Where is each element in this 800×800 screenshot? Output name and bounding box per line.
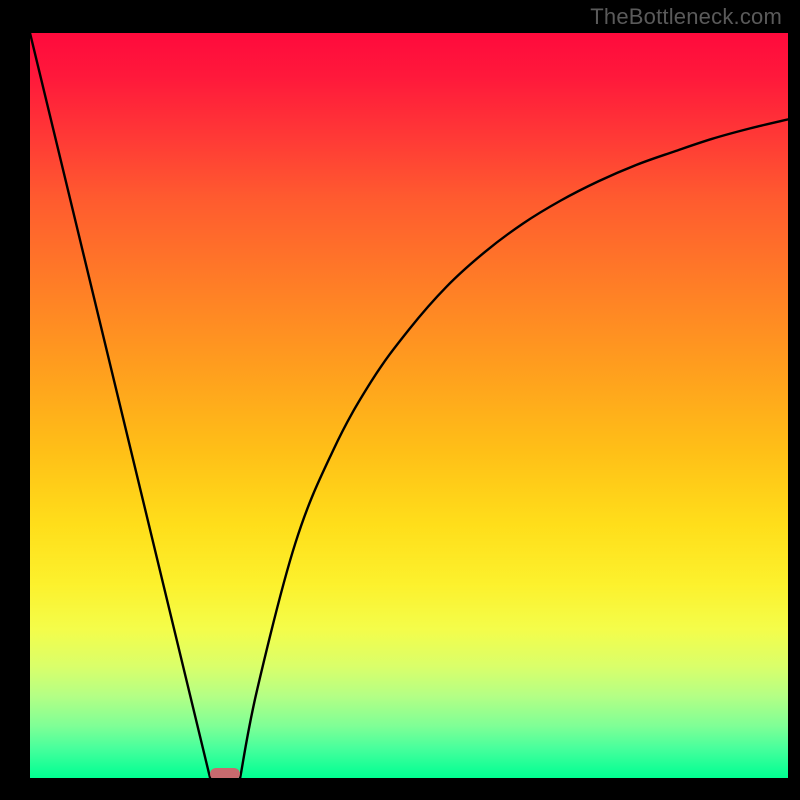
- optimum-marker: [210, 768, 240, 778]
- plot-area: [30, 33, 788, 778]
- curve-right-branch: [240, 119, 788, 778]
- curve-left-branch: [30, 33, 210, 778]
- curve-layer: [30, 33, 788, 778]
- attribution-label: TheBottleneck.com: [590, 4, 782, 30]
- chart-viewport: TheBottleneck.com: [0, 0, 800, 800]
